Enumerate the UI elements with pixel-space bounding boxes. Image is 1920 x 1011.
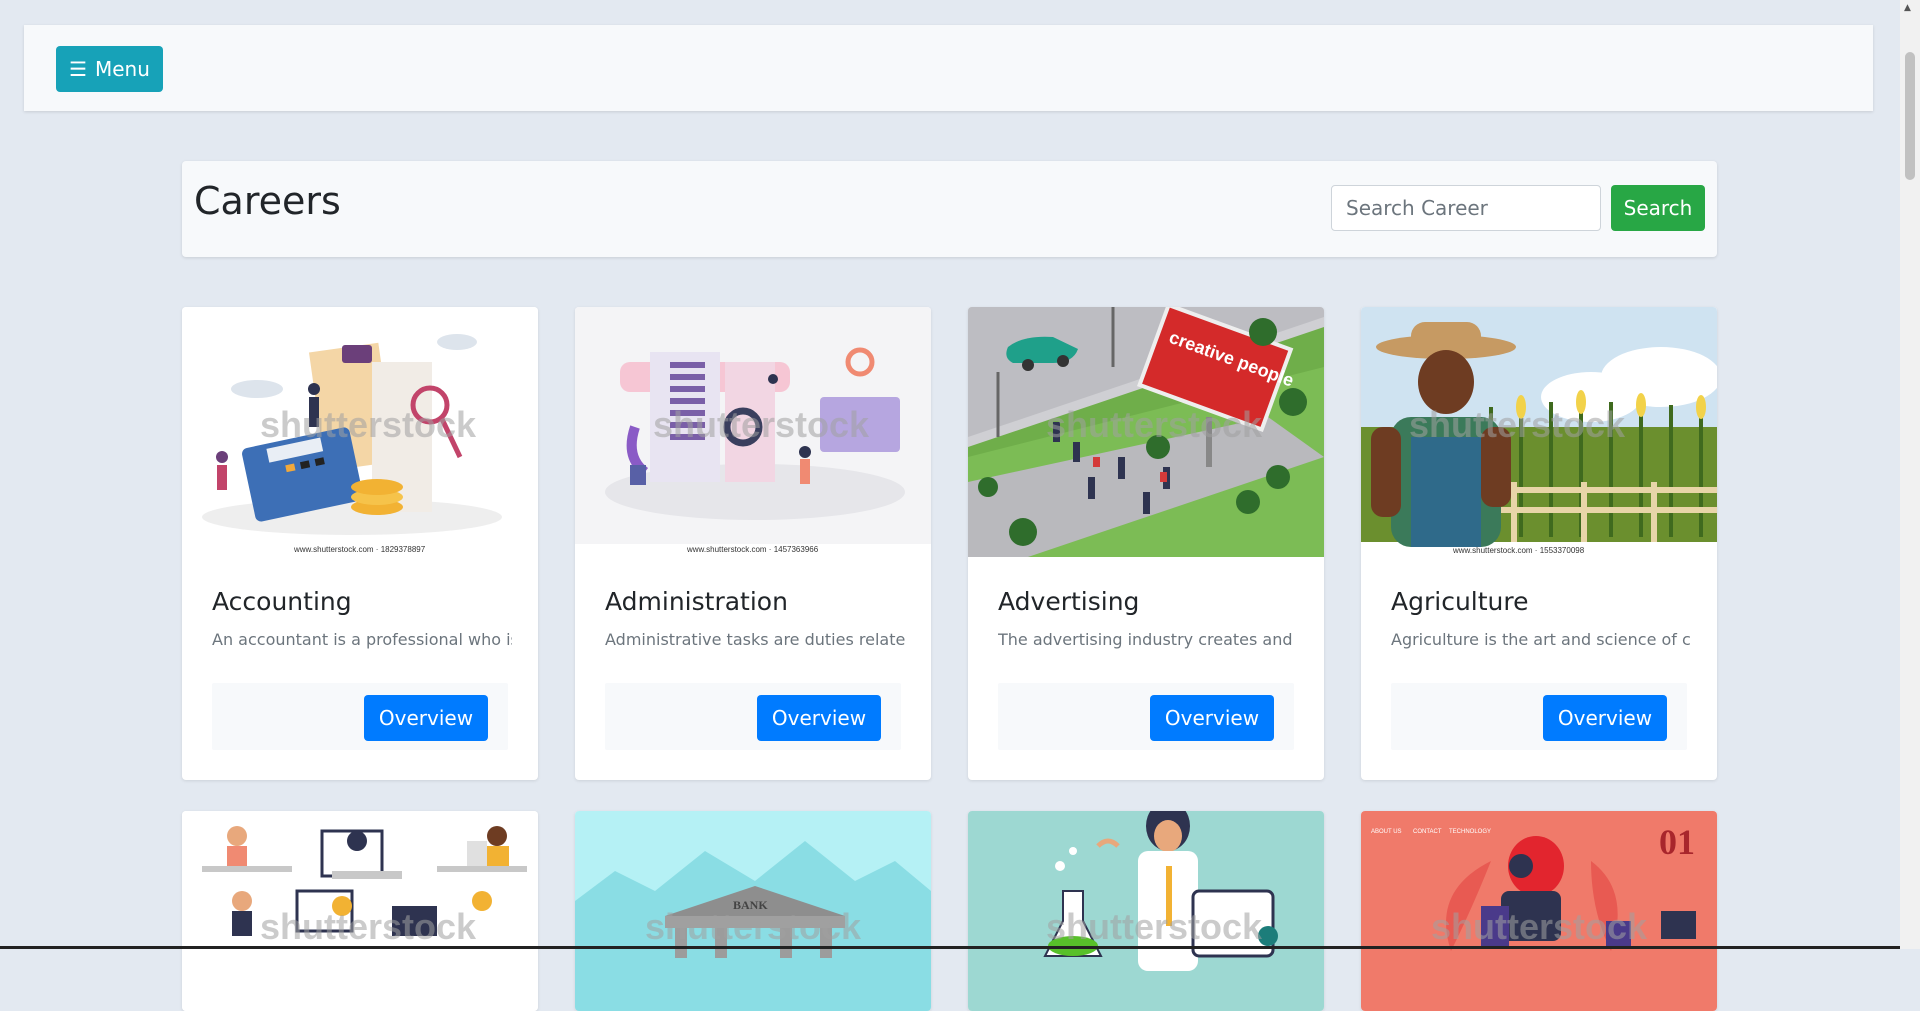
slide-number-text: 01 <box>1659 822 1695 862</box>
card-title: Advertising <box>998 587 1140 616</box>
watermark-text: shutterstock <box>260 906 477 947</box>
page-scrollbar[interactable]: ▲ <box>1900 0 1920 949</box>
image-credit-text: www.shutterstock.com · 1829378897 <box>293 545 426 554</box>
search-input[interactable] <box>1331 185 1601 231</box>
career-card-row2-3: shutterstock <box>968 811 1324 1011</box>
card-description: The advertising industry creates and m..… <box>998 630 1298 649</box>
watermark-text: shutterstock <box>653 404 870 445</box>
card-image: BANK shutterstock <box>575 811 931 1011</box>
menu-label: Menu <box>95 57 150 81</box>
overview-button-administration[interactable]: Overview <box>757 695 881 741</box>
career-card-row2-1: shutterstock <box>182 811 538 1011</box>
overview-button-advertising[interactable]: Overview <box>1150 695 1274 741</box>
card-image: ABOUT US CONTACT TECHNOLOGY 01 shutterst… <box>1361 811 1717 1011</box>
watermark-text: shutterstock <box>1046 906 1263 947</box>
career-card-row2-2: BANK shutterstock <box>575 811 931 1011</box>
card-title: Agriculture <box>1391 587 1529 616</box>
card-footer: Overview <box>1391 683 1687 750</box>
career-card-advertising: creative people shutterstock Advertising… <box>968 307 1324 780</box>
card-image: shutterstock <box>182 811 538 1011</box>
top-navbar: ☰ Menu <box>24 25 1873 111</box>
career-card-accounting: shutterstock www.shutterstock.com · 1829… <box>182 307 538 780</box>
overview-button-accounting[interactable]: Overview <box>364 695 488 741</box>
career-card-agriculture: shutterstock www.shutterstock.com · 1553… <box>1361 307 1717 780</box>
watermark-text: shutterstock <box>1409 404 1626 445</box>
card-footer: Overview <box>212 683 508 750</box>
search-button[interactable]: Search <box>1611 185 1705 231</box>
nav-technology-text: TECHNOLOGY <box>1449 829 1491 835</box>
nav-contact-text: CONTACT <box>1413 829 1442 835</box>
scroll-up-icon[interactable]: ▲ <box>1904 3 1911 13</box>
career-card-administration: shutterstock www.shutterstock.com · 1457… <box>575 307 931 780</box>
watermark-text: shutterstock <box>260 404 477 445</box>
hamburger-icon: ☰ <box>69 57 87 81</box>
page-title: Careers <box>194 179 341 223</box>
card-description: An accountant is a professional who is r… <box>212 630 512 649</box>
card-image-administration: shutterstock www.shutterstock.com · 1457… <box>575 307 931 557</box>
card-description: Agriculture is the art and science of cu… <box>1391 630 1691 649</box>
card-title: Administration <box>605 587 788 616</box>
card-image: shutterstock <box>968 811 1324 1011</box>
watermark-text: shutterstock <box>1431 906 1648 947</box>
card-image-accounting: shutterstock www.shutterstock.com · 1829… <box>182 307 538 557</box>
card-description: Administrative tasks are duties related … <box>605 630 905 649</box>
card-footer: Overview <box>605 683 901 750</box>
overview-button-agriculture[interactable]: Overview <box>1543 695 1667 741</box>
watermark-text: shutterstock <box>645 906 862 947</box>
nav-about-text: ABOUT US <box>1371 829 1402 835</box>
card-image-advertising: creative people shutterstock <box>968 307 1324 557</box>
watermark-text: shutterstock <box>1046 404 1263 445</box>
image-credit-text: www.shutterstock.com · 1457363966 <box>686 545 819 554</box>
scroll-thumb[interactable] <box>1905 52 1915 180</box>
image-credit-text: www.shutterstock.com · 1553370098 <box>1452 546 1585 555</box>
career-card-row2-4: ABOUT US CONTACT TECHNOLOGY 01 shutterst… <box>1361 811 1717 1011</box>
menu-button[interactable]: ☰ Menu <box>56 46 163 92</box>
card-image-agriculture: shutterstock www.shutterstock.com · 1553… <box>1361 307 1717 557</box>
card-footer: Overview <box>998 683 1294 750</box>
careers-header: Careers Search <box>182 161 1717 257</box>
card-title: Accounting <box>212 587 352 616</box>
